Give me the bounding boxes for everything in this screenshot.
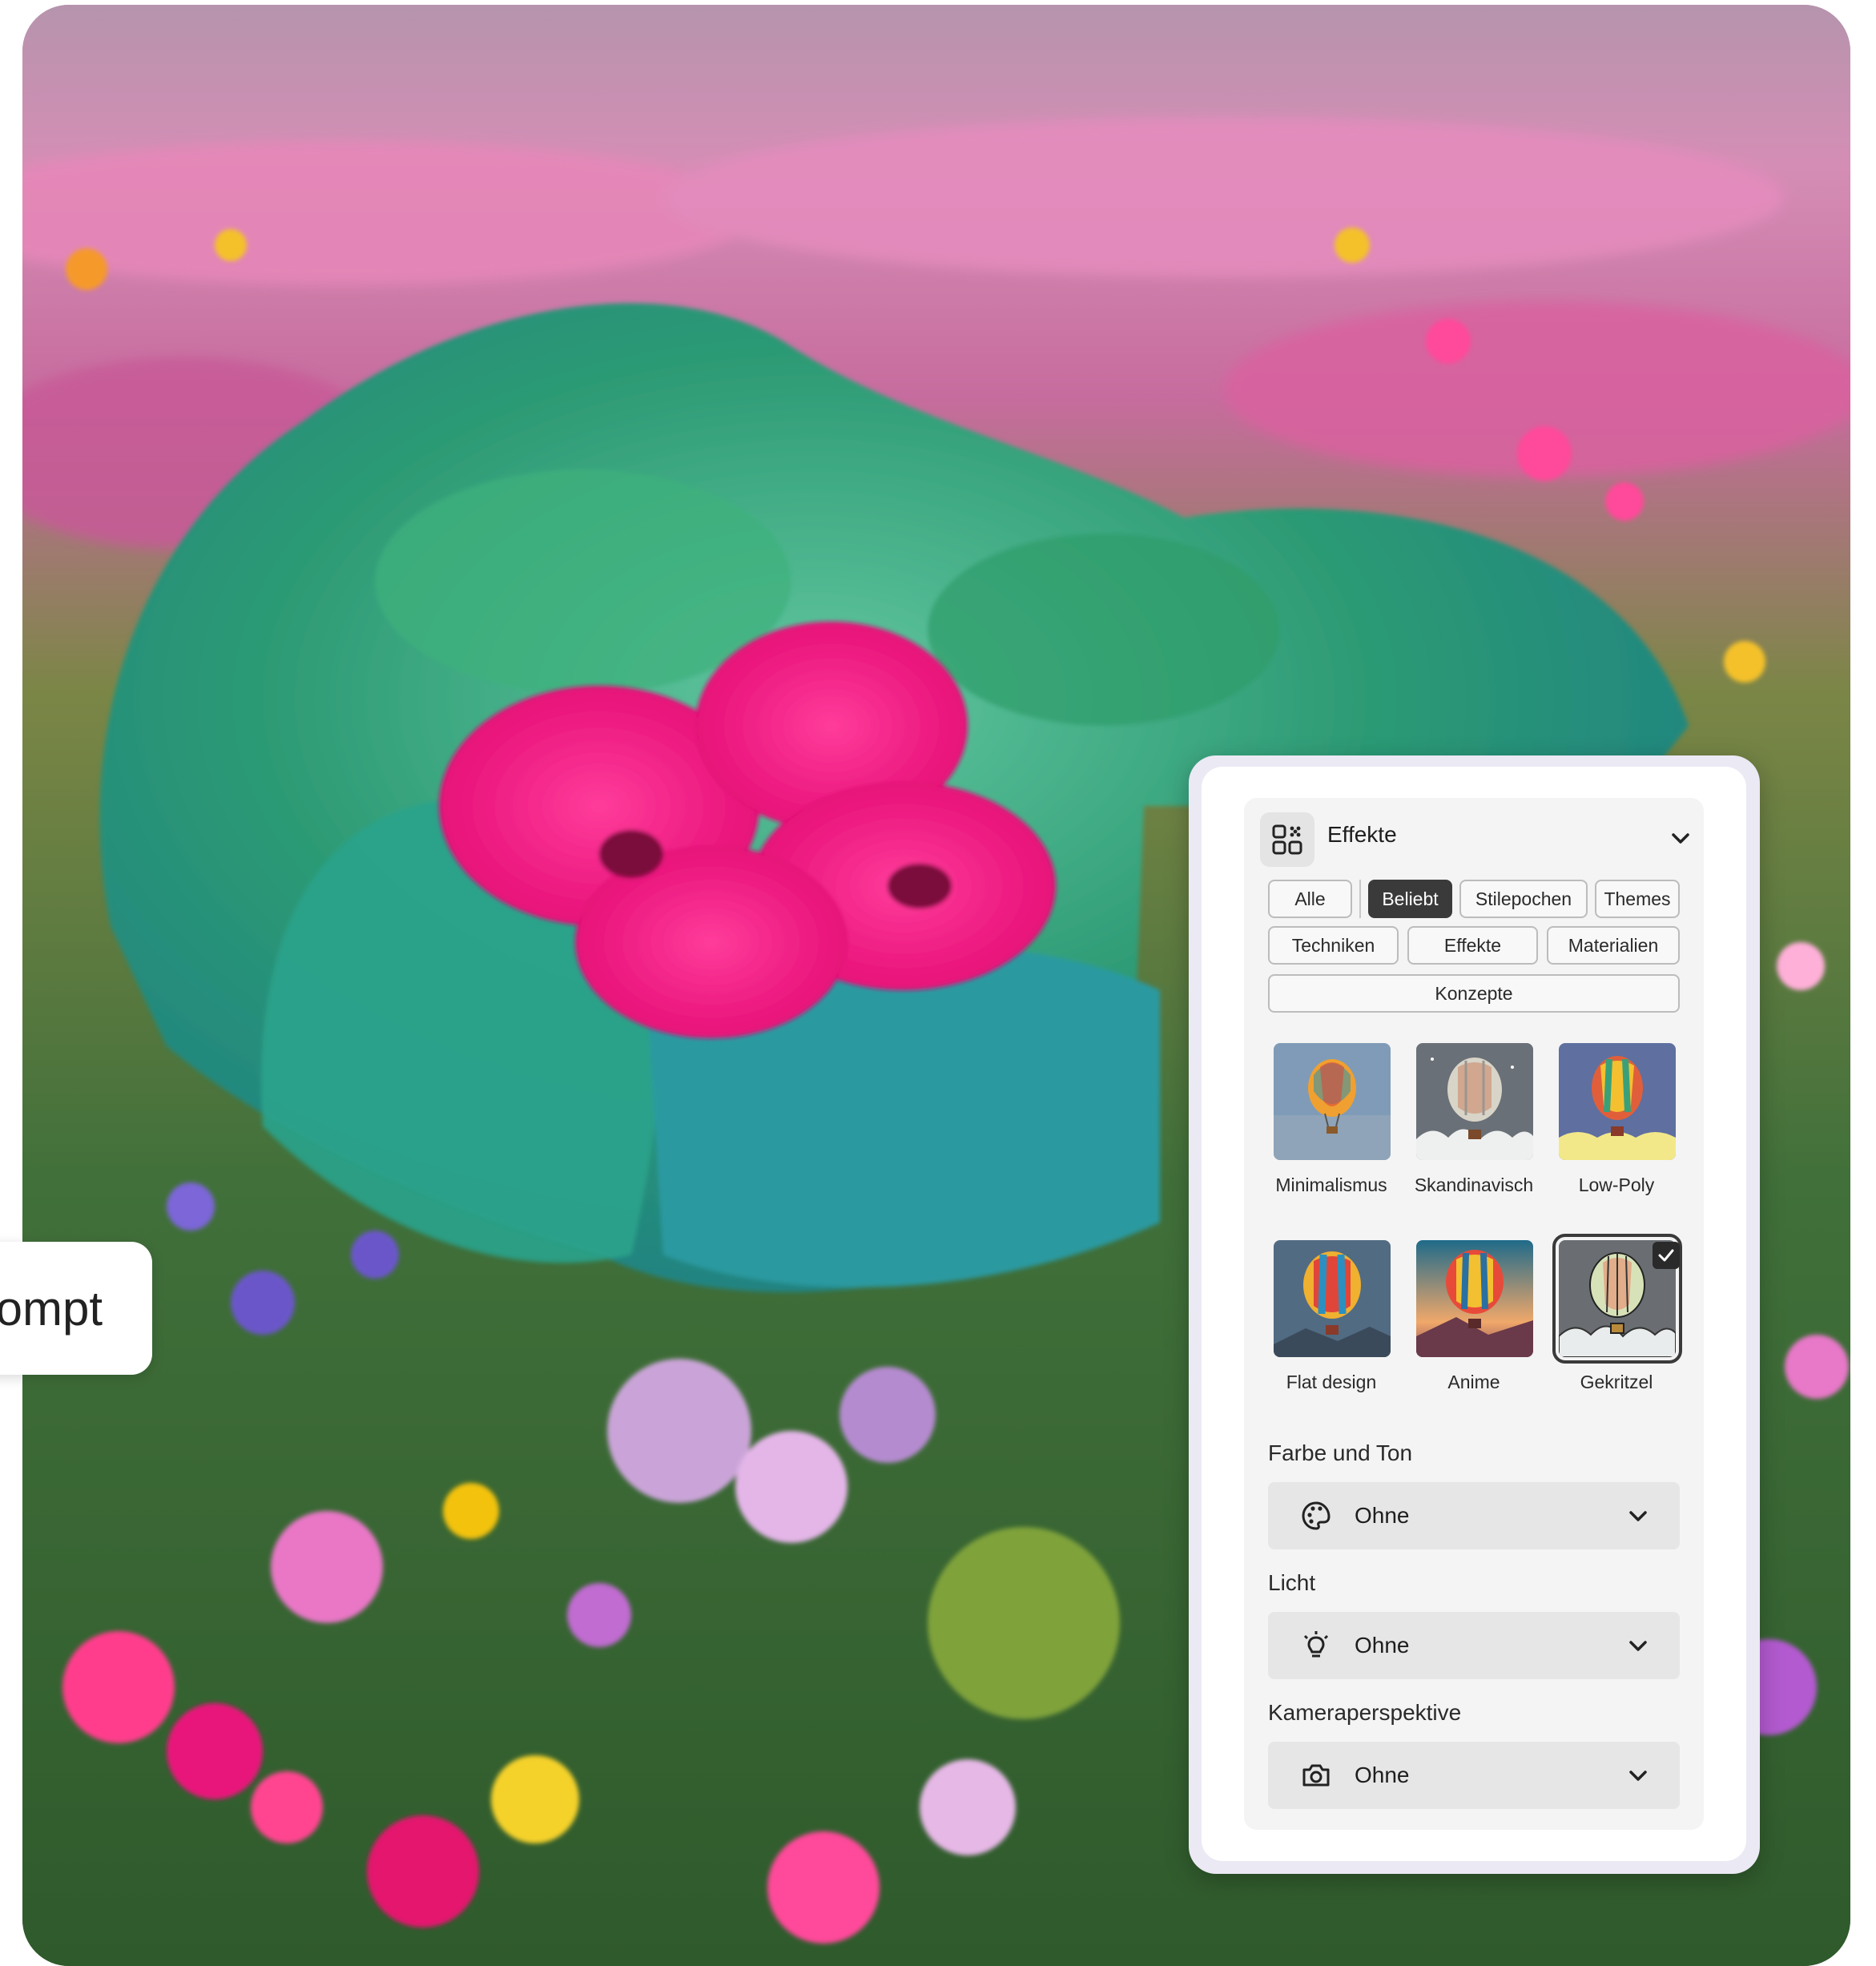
section-label-color-tone: Farbe und Ton [1268, 1440, 1413, 1465]
style-label-low-poly: Low-Poly [1578, 1174, 1655, 1195]
palette-icon [1300, 1500, 1332, 1532]
panel-title: Effekte [1327, 822, 1397, 847]
camera-dropdown[interactable]: Ohne [1268, 1742, 1680, 1809]
style-label-skandinavisch: Skandinavisch [1414, 1174, 1534, 1195]
style-thumb-minimalismus[interactable] [1274, 1043, 1391, 1160]
style-thumb-low-poly[interactable] [1559, 1043, 1676, 1160]
color-tone-dropdown[interactable]: Ohne [1268, 1482, 1680, 1549]
camera-value: Ohne [1355, 1763, 1410, 1787]
chevron-down-icon[interactable] [1668, 825, 1693, 851]
selected-check-icon [1653, 1242, 1680, 1269]
chip-konzepte[interactable]: Konzepte [1268, 974, 1680, 1013]
light-dropdown[interactable]: Ohne [1268, 1612, 1680, 1679]
chip-themes[interactable]: Themes [1595, 880, 1680, 918]
style-label-gekritzel: Gekritzel [1580, 1372, 1653, 1392]
style-label-anime: Anime [1447, 1372, 1500, 1392]
section-label-light: Licht [1268, 1570, 1316, 1595]
light-value: Ohne [1355, 1633, 1410, 1658]
section-label-camera: Kameraperspektive [1268, 1700, 1462, 1725]
color-tone-value: Ohne [1355, 1503, 1410, 1528]
prompt-pill[interactable]: ompt [0, 1242, 152, 1375]
chip-effekte[interactable]: Effekte [1407, 926, 1538, 965]
camera-icon [1300, 1759, 1332, 1791]
chevron-down-icon [1625, 1503, 1651, 1529]
chip-beliebt[interactable]: Beliebt [1368, 880, 1452, 918]
chevron-down-icon [1625, 1763, 1651, 1788]
chip-stilepochen[interactable]: Stilepochen [1459, 880, 1588, 918]
prompt-pill-text: ompt [0, 1281, 103, 1336]
style-thumb-flat-design[interactable] [1274, 1240, 1391, 1357]
style-thumb-anime[interactable] [1416, 1240, 1533, 1357]
style-thumb-skandinavisch[interactable] [1416, 1043, 1533, 1160]
effects-grid-icon [1260, 812, 1314, 867]
style-label-flat-design: Flat design [1286, 1372, 1377, 1392]
chip-alle[interactable]: Alle [1268, 880, 1352, 918]
chip-materialien[interactable]: Materialien [1547, 926, 1680, 965]
style-label-minimalismus: Minimalismus [1275, 1174, 1387, 1195]
chevron-down-icon [1625, 1633, 1651, 1658]
chip-techniken[interactable]: Techniken [1268, 926, 1399, 965]
chip-divider [1359, 880, 1361, 918]
lightbulb-icon [1300, 1630, 1332, 1662]
